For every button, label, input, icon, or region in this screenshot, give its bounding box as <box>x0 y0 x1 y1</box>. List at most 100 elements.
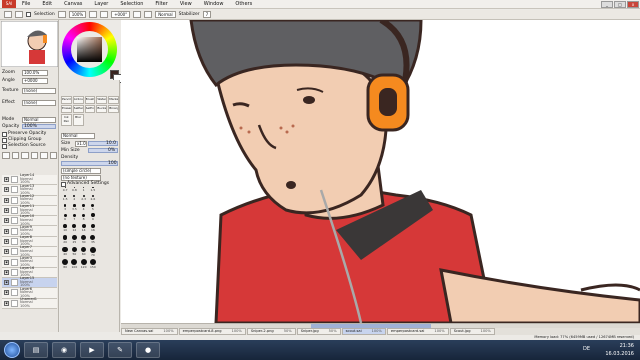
brush-size-cell[interactable]: 10 <box>61 223 69 233</box>
menu-layer[interactable]: Layer <box>88 0 114 9</box>
brush-size-cell[interactable]: 150 <box>89 258 97 270</box>
effect-select[interactable]: (none) <box>22 100 56 106</box>
recorder-icon[interactable]: ● <box>136 342 160 358</box>
navigator-preview[interactable] <box>1 21 58 67</box>
minimize-button[interactable]: _ <box>601 0 613 8</box>
menu-view[interactable]: View <box>174 0 198 9</box>
eye-icon[interactable]: ◉ <box>4 259 9 265</box>
selection-checkbox[interactable] <box>26 12 31 17</box>
document-tab[interactable]: emperpostcard-8.png 100% <box>178 328 246 335</box>
preserve-opacity-checkbox[interactable] <box>2 132 7 137</box>
eye-icon[interactable]: ◉ <box>4 269 9 275</box>
nav-zoom-field[interactable]: 100.0% <box>22 70 48 76</box>
eye-icon[interactable]: ◉ <box>4 208 9 214</box>
media-player-icon[interactable]: ▶ <box>80 342 104 358</box>
eye-icon[interactable]: ◉ <box>4 177 9 183</box>
nav-angle-field[interactable]: +0000 <box>22 78 48 84</box>
blend-mode-select[interactable]: Normal <box>22 117 56 123</box>
document-tab[interactable]: scout.sai 100% <box>341 328 386 335</box>
new-layer-button[interactable] <box>2 152 10 159</box>
tool-button[interactable]: Brush <box>84 96 96 104</box>
document-tab[interactable]: Scout.jpg 100% <box>449 328 495 335</box>
brush-size-cell[interactable]: 70 <box>89 246 97 258</box>
menu-canvas[interactable]: Canvas <box>58 0 88 9</box>
eye-icon[interactable]: ◉ <box>4 197 9 203</box>
brush-size-cell[interactable]: 25 <box>70 234 78 245</box>
browser-icon[interactable]: ◉ <box>52 342 76 358</box>
transfer-down-button[interactable] <box>21 152 29 159</box>
color-wheel[interactable] <box>62 22 117 77</box>
eye-icon[interactable]: ◉ <box>4 290 9 296</box>
brush-size-cell[interactable]: 50 <box>70 246 78 258</box>
brush-size-cell[interactable]: 20 <box>61 234 69 245</box>
drawing-canvas[interactable] <box>121 20 640 323</box>
sai-app-icon[interactable]: ✎ <box>108 342 132 358</box>
brush-size-cell[interactable]: 100 <box>70 258 78 270</box>
menu-others[interactable]: Others <box>229 0 258 9</box>
brush-shape-select[interactable]: (simple circle) <box>61 168 101 174</box>
zoom-in-icon[interactable] <box>57 11 66 18</box>
brush-size-cell[interactable]: 0.7 <box>61 186 69 193</box>
eye-icon[interactable]: ◉ <box>4 228 9 234</box>
menu-selection[interactable]: Selection <box>114 0 149 9</box>
tray-language[interactable]: DE <box>583 346 590 352</box>
brush-size-cell[interactable]: 2 <box>70 194 78 202</box>
delete-layer-button[interactable] <box>49 152 57 159</box>
zoom-field[interactable]: 100% <box>68 11 87 18</box>
explorer-icon[interactable]: ▤ <box>24 342 48 358</box>
tool-button[interactable]: Marker <box>108 96 119 104</box>
eye-icon[interactable]: ◉ <box>4 249 9 255</box>
brush-size-cell[interactable]: 1.5 <box>61 194 69 202</box>
brush-blend-select[interactable]: Normal <box>61 133 95 139</box>
brush-size-cell[interactable]: 12 <box>70 223 78 233</box>
menu-file[interactable]: File <box>16 0 36 9</box>
brush-size-cell[interactable]: 5 <box>89 203 97 212</box>
menu-edit[interactable]: Edit <box>36 0 58 9</box>
brush-size-cell[interactable]: 9 <box>89 213 97 222</box>
brush-size-cell[interactable]: 8 <box>80 213 88 222</box>
invert-selection-button[interactable] <box>15 11 23 18</box>
brush-size-cell[interactable]: 80 <box>61 258 69 270</box>
texture-select[interactable]: (none) <box>22 88 56 94</box>
deselect-button[interactable] <box>4 11 12 18</box>
brush-size-cell[interactable]: 60 <box>80 246 88 258</box>
tool-button[interactable]: Airbrush <box>72 96 84 104</box>
size-multiplier[interactable]: x1.0 <box>75 141 87 147</box>
brush-size-cell[interactable]: 3 <box>61 203 69 212</box>
brush-size-cell[interactable]: 0.8 <box>70 186 78 193</box>
document-tab[interactable]: Sniper-2.png 50% <box>246 328 296 335</box>
merge-down-button[interactable] <box>30 152 38 159</box>
rotate-right-icon[interactable] <box>133 11 142 18</box>
brush-size-cell[interactable]: 1 <box>80 186 88 193</box>
mode-select[interactable]: Normal <box>155 11 176 18</box>
eye-icon[interactable]: ◉ <box>4 238 9 244</box>
brush-size-cell[interactable]: 14 <box>80 223 88 233</box>
tool-button[interactable]: Water <box>96 96 108 104</box>
tool-button[interactable]: SelErase <box>84 105 96 113</box>
clipping-group-checkbox[interactable] <box>2 138 7 143</box>
menu-window[interactable]: Window <box>198 0 230 9</box>
tool-button[interactable]: SelPen <box>72 105 84 113</box>
tool-button[interactable]: Blur <box>72 114 84 126</box>
eye-icon[interactable]: ◉ <box>4 218 9 224</box>
brush-size-cell[interactable]: 1.5 <box>89 186 97 193</box>
brush-size-cell[interactable]: 2.6 <box>89 194 97 202</box>
document-tab[interactable]: New Canvas.sai 100% <box>121 328 178 335</box>
eye-icon[interactable]: ◉ <box>4 300 9 306</box>
tool-button[interactable]: Ink Pen <box>61 114 72 126</box>
new-set-button[interactable] <box>11 152 19 159</box>
stabilizer-select[interactable]: 7 <box>202 11 212 18</box>
start-button[interactable] <box>4 342 20 358</box>
tool-button[interactable]: Bucket <box>96 105 108 113</box>
eye-icon[interactable]: ◉ <box>4 280 9 286</box>
brush-size-cell[interactable]: 30 <box>80 234 88 245</box>
brush-size-cell[interactable]: 3.5 <box>70 203 78 212</box>
clear-layer-button[interactable] <box>40 152 48 159</box>
rotate-left-icon[interactable] <box>100 11 109 18</box>
layer-row[interactable]: ◉ Unamed1 Normal 100% <box>2 297 57 309</box>
document-tab[interactable]: Sniper.jpg 50% <box>296 328 341 335</box>
menu-filter[interactable]: Filter <box>149 0 173 9</box>
selection-source-checkbox[interactable] <box>2 144 7 149</box>
brush-size-cell[interactable]: 120 <box>80 258 88 270</box>
eye-icon[interactable]: ◉ <box>4 187 9 193</box>
